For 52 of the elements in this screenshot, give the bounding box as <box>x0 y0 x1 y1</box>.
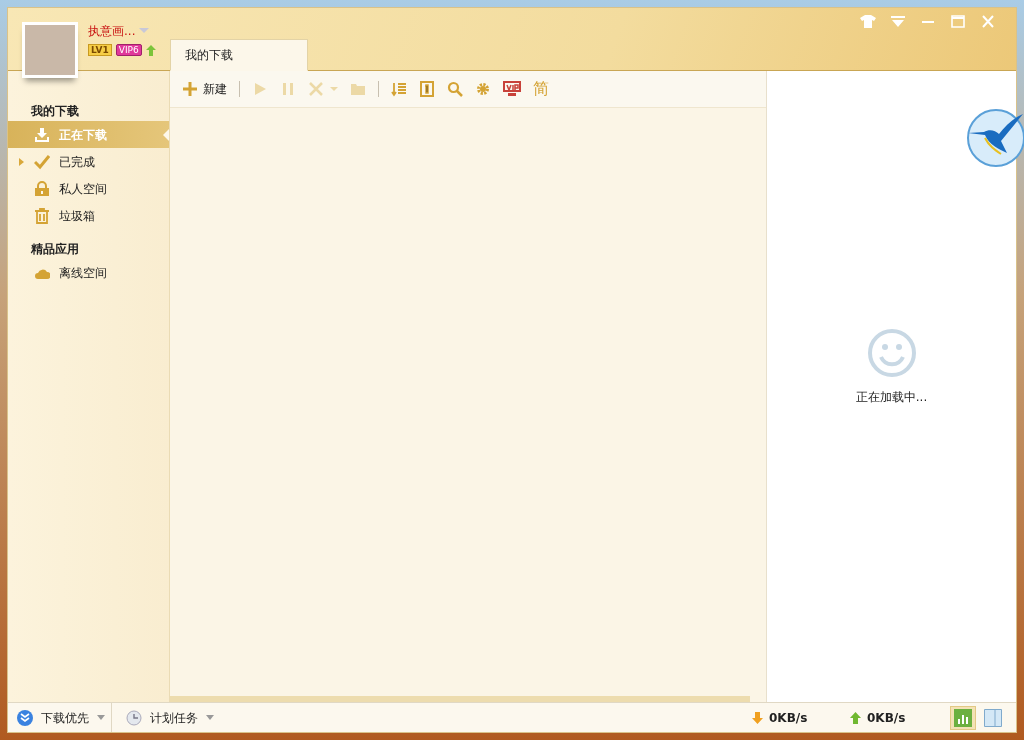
up-arrow-icon <box>145 44 156 56</box>
sidebar-item[interactable]: 离线空间 <box>8 259 169 286</box>
double-chevron-icon <box>17 709 33 726</box>
checkmark-icon <box>34 153 50 170</box>
avatar-placeholder[interactable] <box>22 22 78 78</box>
numbered-page-icon <box>419 81 435 97</box>
caret-icon <box>97 715 105 720</box>
sidebar-item[interactable]: 已完成 <box>8 148 169 175</box>
expand-arrow-icon[interactable] <box>18 157 24 166</box>
plus-icon <box>182 81 198 97</box>
trash-icon <box>34 207 50 224</box>
section-heading: 我的下载 <box>30 103 80 120</box>
down-arrow-icon <box>752 711 763 724</box>
user-name[interactable]: 执意画... <box>88 22 136 40</box>
close-icon <box>308 81 324 97</box>
search-icon <box>447 81 463 97</box>
clock-icon <box>126 709 142 726</box>
chart-view-button[interactable] <box>950 705 976 730</box>
section-heading: 精品应用 <box>30 241 80 258</box>
sort-icon <box>391 81 407 97</box>
vip-icon <box>503 81 521 97</box>
shirt-icon[interactable] <box>860 14 876 28</box>
scrollbar[interactable] <box>170 696 750 702</box>
upload-speed: 0KB/s <box>867 709 906 727</box>
up-arrow-icon <box>850 711 861 724</box>
bar-chart-icon <box>954 708 972 727</box>
caret-icon[interactable] <box>139 27 150 35</box>
smiley-icon <box>866 327 917 378</box>
schedule-dropdown[interactable]: 计划任务 <box>112 703 214 732</box>
folder-icon <box>350 81 366 97</box>
download-icon <box>34 126 50 143</box>
priority-dropdown[interactable]: 下载优先 <box>8 703 112 732</box>
toolbar-button[interactable]: 新建 <box>182 78 227 100</box>
pause-icon <box>280 81 296 97</box>
tab[interactable]: 我的下载 <box>170 39 308 71</box>
pointer-icon <box>163 128 169 141</box>
maximize-icon[interactable] <box>950 14 966 28</box>
download-speed: 0KB/s <box>769 709 808 727</box>
close-icon[interactable] <box>980 14 996 28</box>
dropdown-icon[interactable] <box>890 14 906 28</box>
caret-icon <box>206 715 214 720</box>
play-icon <box>252 81 268 97</box>
level-badge: LV1 <box>88 44 112 56</box>
bird-logo-icon <box>966 108 1024 168</box>
side-panel-icon <box>984 708 1002 727</box>
vip-badge: VIP6 <box>115 44 142 56</box>
loading-text: 正在加载中... <box>855 388 928 406</box>
toolbar-icon-button[interactable] <box>419 78 435 100</box>
lock-icon <box>34 180 50 197</box>
sidebar-item[interactable]: 私人空间 <box>8 175 169 202</box>
settings-icon <box>475 81 491 97</box>
sidebar-item[interactable]: 垃圾箱 <box>8 202 169 229</box>
